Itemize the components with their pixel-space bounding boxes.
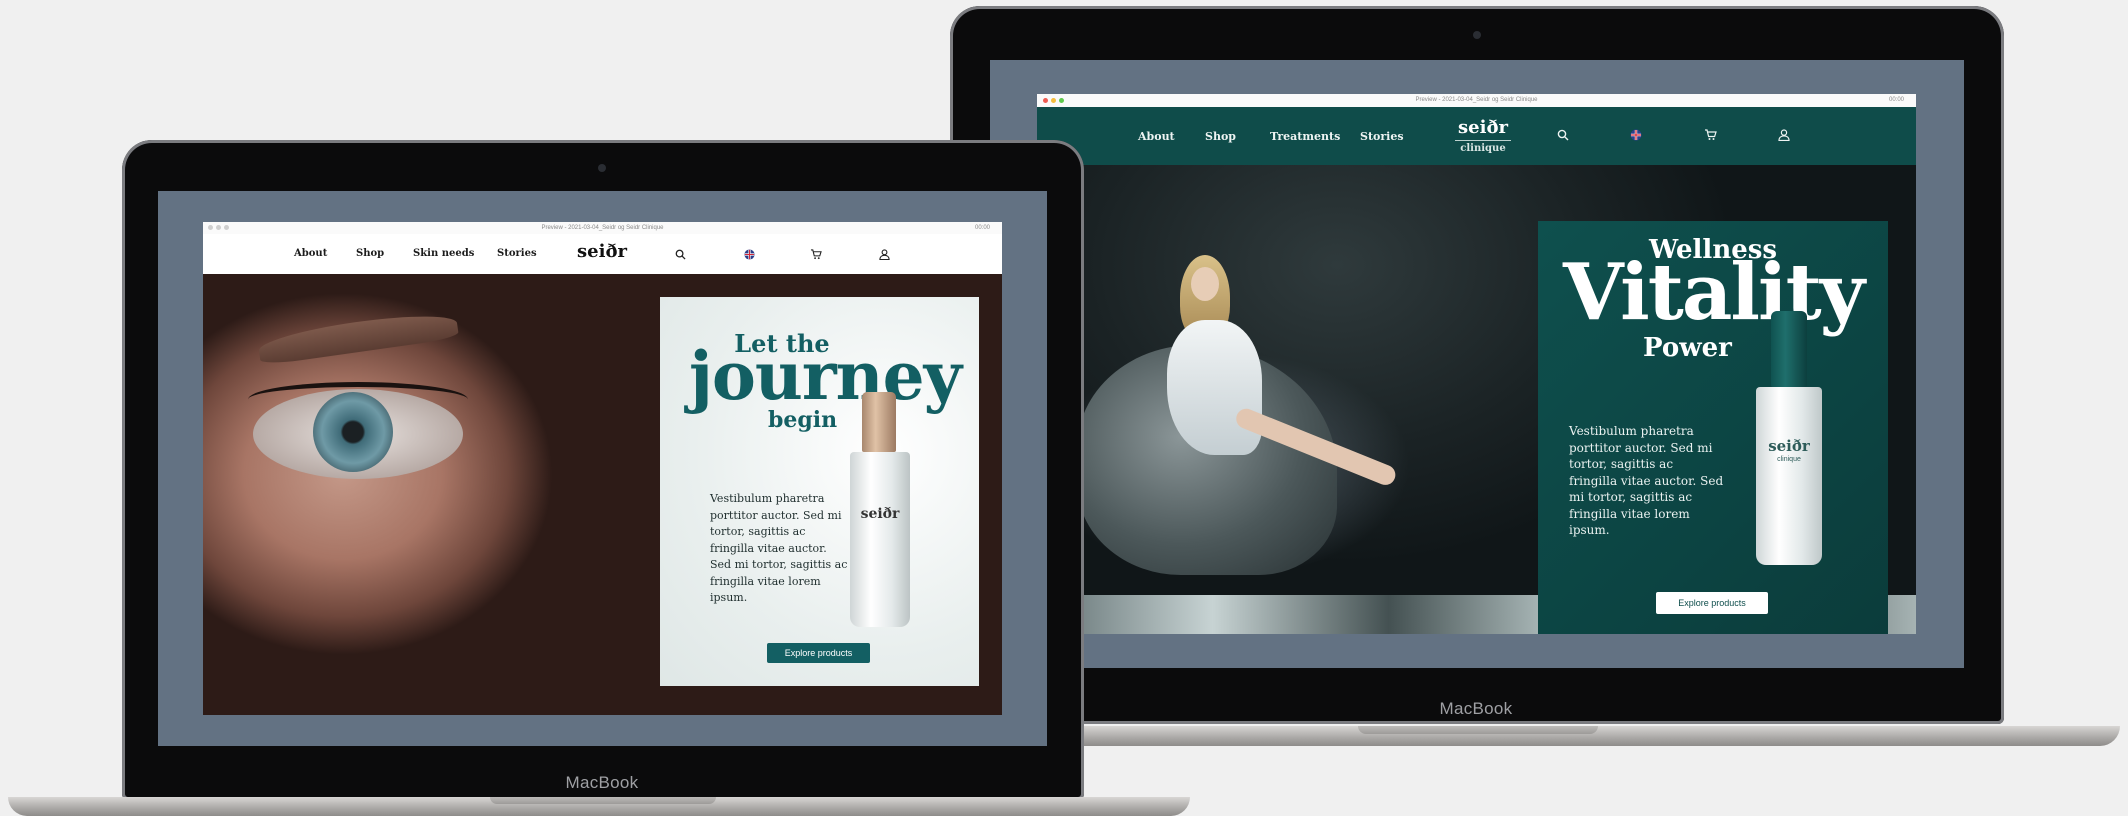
- explore-products-button[interactable]: Explore products: [1656, 592, 1768, 614]
- right-browser-titlebar: Preview - 2021-03-04_Seidr og Seidr Clin…: [1037, 94, 1916, 108]
- left-hero-card: Let the journey begin Vestibulum pharetr…: [660, 297, 979, 686]
- nav-treatments[interactable]: Treatments: [1270, 130, 1340, 143]
- hero-headline-bottom: Power: [1643, 333, 1732, 363]
- nav-stories[interactable]: Stories: [1360, 130, 1404, 143]
- hero-headline-bottom: begin: [768, 407, 838, 433]
- search-icon[interactable]: [675, 249, 686, 260]
- logo-subtitle: clinique: [1460, 143, 1506, 154]
- language-flag-icon[interactable]: [744, 249, 755, 260]
- bottle-body: [850, 452, 910, 627]
- left-browser-status: 00:00: [974, 225, 990, 231]
- left-site-nav: About Shop Skin needs Stories seiðr: [203, 234, 1002, 274]
- left-laptop-brand-label: MacBook: [565, 773, 639, 792]
- right-laptop-camera: [1473, 31, 1481, 39]
- nav-skin-needs[interactable]: Skin needs: [413, 248, 474, 259]
- nav-stories[interactable]: Stories: [497, 248, 537, 259]
- nav-about[interactable]: About: [294, 248, 327, 259]
- hero-model-face: [1191, 267, 1219, 301]
- right-browser-title: Preview - 2021-03-04_Seidr og Seidr Clin…: [1415, 97, 1538, 103]
- right-laptop-notch: [1358, 726, 1598, 734]
- nav-shop[interactable]: Shop: [1205, 130, 1236, 143]
- hero-headline-main: journey: [689, 337, 962, 415]
- site-logo[interactable]: seiðr: [572, 241, 632, 262]
- hero-body-text: Vestibulum pharetra porttitor auctor. Se…: [710, 492, 848, 604]
- nav-about[interactable]: About: [1138, 130, 1175, 143]
- bottle-sub: clinique: [1777, 456, 1801, 463]
- hero-eyebrow: [256, 308, 460, 366]
- left-browser-window: Preview - 2021-03-04_Seidr og Seidr Clin…: [203, 222, 1002, 715]
- hero-body-text: Vestibulum pharetra porttitor auctor. Se…: [1569, 424, 1724, 537]
- hero-model-dress: [1167, 320, 1262, 455]
- right-laptop-brand-label: MacBook: [1439, 699, 1513, 718]
- explore-products-button[interactable]: Explore products: [767, 643, 870, 663]
- language-flag-icon[interactable]: [1630, 129, 1642, 141]
- right-browser-status: 00:00: [1888, 97, 1904, 103]
- left-laptop-camera: [598, 164, 606, 172]
- bottle-body: [1756, 387, 1822, 565]
- bottle-cap: [1771, 311, 1807, 387]
- nav-shop[interactable]: Shop: [356, 248, 384, 259]
- search-icon[interactable]: [1557, 129, 1569, 141]
- left-browser-title: Preview - 2021-03-04_Seidr og Seidr Clin…: [541, 225, 664, 231]
- logo-divider: [1455, 140, 1511, 141]
- right-browser-window: Preview - 2021-03-04_Seidr og Seidr Clin…: [1037, 94, 1916, 634]
- bottle-cap: [862, 392, 896, 452]
- cart-icon[interactable]: [1704, 129, 1717, 141]
- account-icon[interactable]: [879, 249, 890, 260]
- cart-icon[interactable]: [810, 249, 822, 260]
- product-bottle: seiðr clinique: [1756, 311, 1822, 566]
- account-icon[interactable]: [1778, 129, 1790, 141]
- bottle-brand: seiðr: [1768, 437, 1810, 455]
- hero-eye-lashes: [248, 382, 468, 417]
- product-bottle: seiðr: [850, 392, 910, 627]
- site-logo[interactable]: seiðr: [1448, 117, 1518, 138]
- right-hero-card: Wellness Vitality Power Vestibulum phare…: [1538, 221, 1888, 634]
- hero-headline-main: Vitality: [1563, 247, 1865, 338]
- left-laptop-notch: [490, 797, 716, 804]
- bottle-brand: seiðr: [860, 506, 900, 522]
- right-site-nav: About Shop Treatments Stories seiðr clin…: [1037, 107, 1916, 165]
